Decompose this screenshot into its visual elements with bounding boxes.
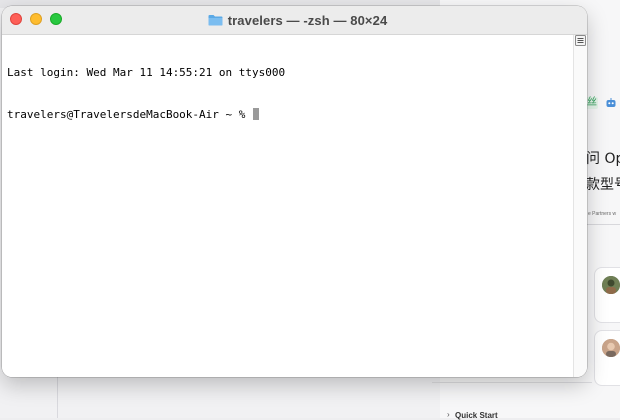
avatar <box>602 339 620 357</box>
terminal-line-prompt: travelers@TravelersdeMacBook-Air ~ % <box>7 108 285 122</box>
background-text-line-2: 款型号 <box>586 177 620 193</box>
terminal-window[interactable]: travelers — -zsh — 80×24 Last login: Wed… <box>2 6 587 377</box>
background-small-text: e Partners w <box>588 211 617 217</box>
terminal-content[interactable]: Last login: Wed Mar 11 14:55:21 on ttys0… <box>2 35 573 377</box>
robot-icon <box>606 98 616 107</box>
scrollbar[interactable] <box>573 35 587 377</box>
marks-icon[interactable] <box>575 35 586 46</box>
background-rule <box>586 224 620 225</box>
background-tag: 丝 <box>586 97 598 109</box>
text-cursor <box>253 108 260 120</box>
minimize-button[interactable] <box>30 13 42 25</box>
window-title-group: travelers — -zsh — 80×24 <box>208 13 388 28</box>
background-card[interactable] <box>594 330 620 386</box>
background-card[interactable] <box>594 267 620 323</box>
zoom-button[interactable] <box>50 13 62 25</box>
terminal-output: Last login: Wed Mar 11 14:55:21 on ttys0… <box>7 38 285 150</box>
close-button[interactable] <box>10 13 22 25</box>
window-title-container: travelers — -zsh — 80×24 <box>2 6 587 34</box>
terminal-line-last-login: Last login: Wed Mar 11 14:55:21 on ttys0… <box>7 66 286 79</box>
window-title: travelers — -zsh — 80×24 <box>227 12 388 28</box>
background-divider <box>57 370 58 418</box>
prompt-text: travelers@TravelersdeMacBook-Air ~ % <box>7 108 253 121</box>
folder-icon <box>208 15 223 26</box>
background-quick-start[interactable]: Quick Start <box>455 411 498 420</box>
avatar <box>602 276 620 294</box>
title-bar[interactable]: travelers — -zsh — 80×24 <box>2 6 587 35</box>
background-text-line-1: 问 Op <box>586 151 620 167</box>
background-divider-small <box>432 382 592 383</box>
